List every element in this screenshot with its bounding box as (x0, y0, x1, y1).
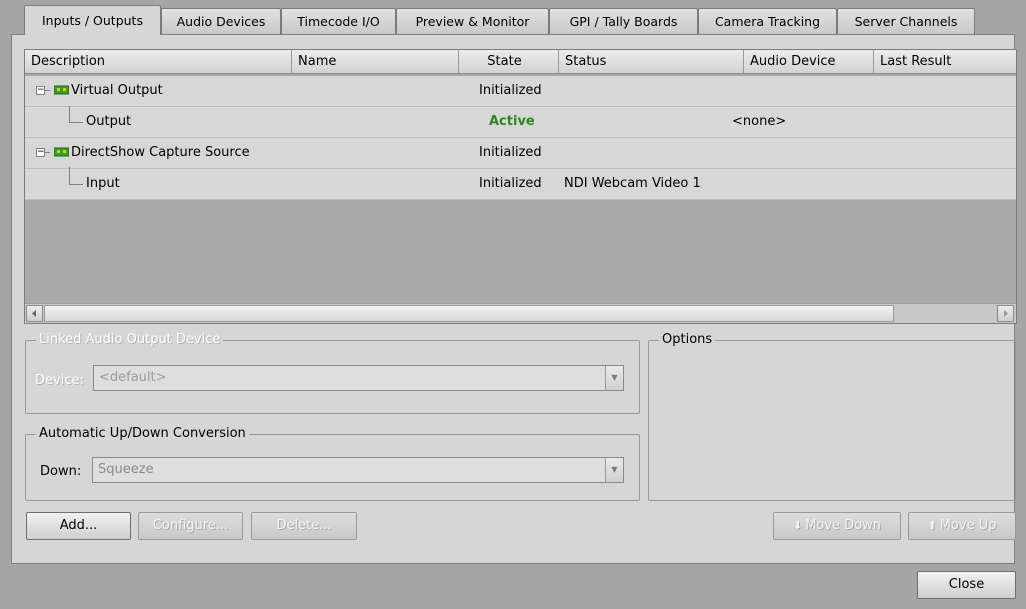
row-state: Initialized (479, 145, 542, 160)
delete-button[interactable]: Delete... (251, 512, 357, 540)
column-header-name[interactable]: Name (292, 50, 459, 73)
tab-inputs-outputs[interactable]: Inputs / Outputs (24, 5, 161, 35)
down-label: Down: (40, 464, 82, 479)
table-header: Description Name State Status Audio Devi… (25, 50, 1016, 74)
tab-gpi-tally-boards[interactable]: GPI / Tally Boards (549, 8, 698, 34)
move-up-label: Move Up (939, 518, 997, 533)
collapse-toggle-icon[interactable]: − (36, 148, 45, 157)
add-button[interactable]: Add... (26, 512, 131, 540)
collapse-toggle-icon[interactable]: − (36, 86, 45, 95)
row-description: Input (86, 176, 120, 191)
configure-button[interactable]: Configure... (138, 512, 243, 540)
tab-camera-tracking[interactable]: Camera Tracking (698, 8, 837, 34)
device-card-icon (54, 85, 69, 95)
move-up-button[interactable]: ⬆ Move Up (908, 512, 1016, 540)
row-state: Initialized (479, 176, 542, 191)
tree-line (69, 184, 83, 185)
arrow-right-icon (1004, 310, 1008, 317)
column-header-state[interactable]: State (459, 50, 559, 73)
move-down-label: Move Down (805, 518, 882, 533)
row-audio-device: <none> (732, 114, 787, 129)
horizontal-scrollbar[interactable] (25, 303, 1016, 323)
tree-line (45, 90, 50, 91)
chevron-down-icon[interactable]: ▼ (605, 366, 623, 390)
tree-line (45, 152, 50, 153)
conversion-group: Automatic Up/Down Conversion Down: Squee… (25, 426, 640, 501)
tree-line (69, 106, 71, 123)
table-row[interactable]: Input Initialized NDI Webcam Video 1 (25, 168, 1016, 200)
device-select-value: <default> (99, 370, 167, 385)
linked-audio-group: Linked Audio Output Device Device: <defa… (25, 332, 640, 414)
column-header-audio-device[interactable]: Audio Device (744, 50, 874, 73)
tree-line (69, 122, 83, 123)
device-card-icon (54, 147, 69, 157)
down-select[interactable]: Squeeze ▼ (92, 457, 624, 483)
device-select[interactable]: <default> ▼ (93, 365, 624, 391)
tab-server-channels[interactable]: Server Channels (837, 8, 975, 34)
close-button[interactable]: Close (917, 571, 1016, 599)
row-description: Virtual Output (71, 83, 163, 98)
row-state: Initialized (479, 83, 542, 98)
scrollbar-thumb[interactable] (44, 305, 894, 322)
options-group: Options (648, 332, 1016, 501)
tab-audio-devices[interactable]: Audio Devices (161, 8, 281, 34)
tab-timecode-io[interactable]: Timecode I/O (281, 8, 396, 34)
table-row[interactable]: − DirectShow Capture Source Initialized (25, 138, 1016, 169)
table-row[interactable]: Output Active <none> (25, 106, 1016, 138)
table-row[interactable]: − Virtual Output Initialized (25, 76, 1016, 107)
linked-audio-title: Linked Audio Output Device (36, 332, 224, 348)
options-title: Options (659, 332, 716, 348)
column-header-status[interactable]: Status (559, 50, 744, 73)
conversion-title: Automatic Up/Down Conversion (36, 426, 249, 442)
chevron-down-icon[interactable]: ▼ (605, 458, 623, 482)
column-header-description[interactable]: Description (25, 50, 292, 73)
arrow-up-icon: ⬆ (927, 519, 937, 532)
scroll-right-button[interactable] (997, 305, 1014, 322)
device-label: Device: (35, 373, 84, 388)
row-state: Active (489, 114, 535, 129)
scroll-left-button[interactable] (26, 305, 43, 322)
tab-preview-monitor[interactable]: Preview & Monitor (396, 8, 549, 34)
row-description: Output (86, 114, 132, 129)
row-status: NDI Webcam Video 1 (564, 176, 701, 191)
row-description: DirectShow Capture Source (71, 145, 250, 160)
arrow-left-icon (32, 310, 36, 317)
tree-line (69, 167, 71, 184)
arrow-down-icon: ⬇ (792, 519, 803, 532)
column-header-last-result[interactable]: Last Result (874, 50, 1016, 73)
down-select-value: Squeeze (98, 462, 154, 477)
move-down-button[interactable]: ⬇ Move Down (773, 512, 901, 540)
